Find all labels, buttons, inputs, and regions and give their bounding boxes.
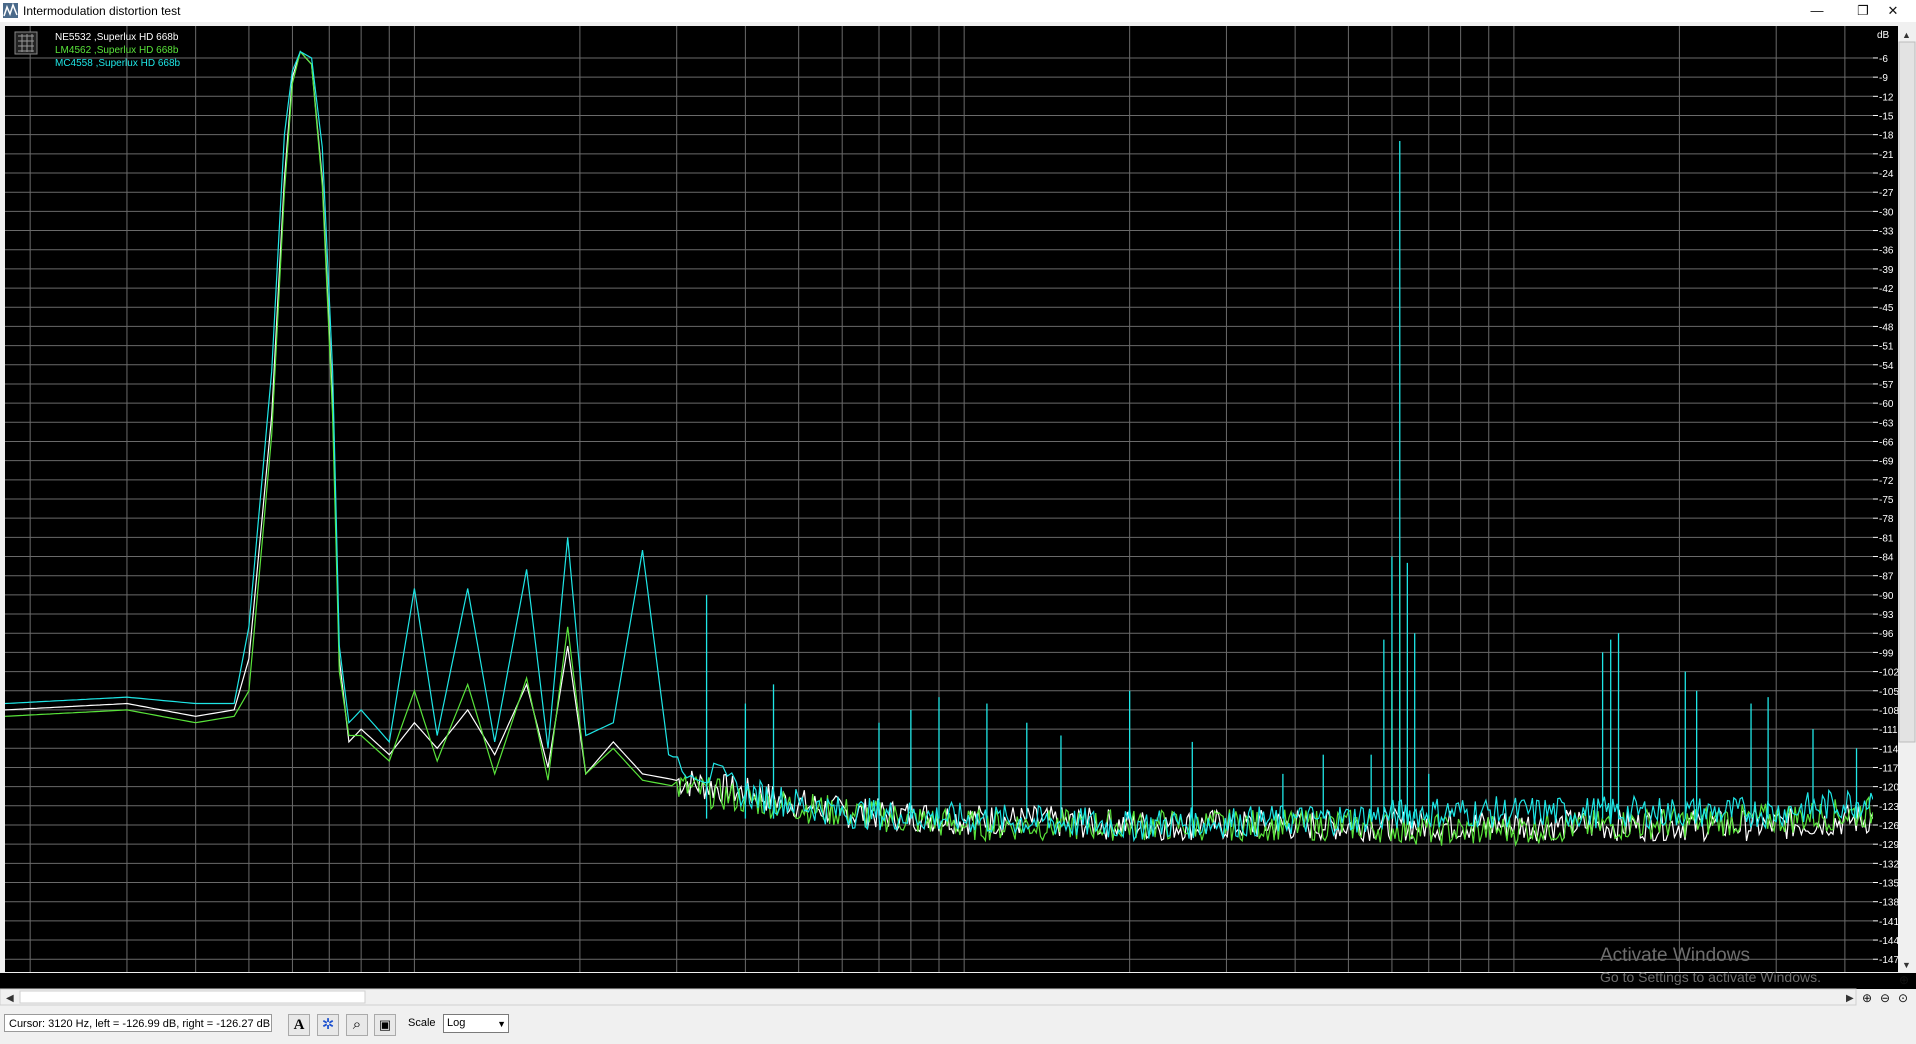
y-tick-label: -36 — [1879, 246, 1894, 257]
y-tick-label: -126 — [1879, 821, 1899, 832]
y-tick-label: -48 — [1879, 322, 1894, 333]
y-tick-label: -12 — [1879, 92, 1894, 103]
y-tick-label: -42 — [1879, 284, 1894, 295]
close-button[interactable]: ✕ — [1870, 0, 1916, 22]
scroll-right-arrow[interactable]: ▶ — [1846, 993, 1854, 1004]
y-tick-label: -90 — [1879, 591, 1894, 602]
y-tick-label: -138 — [1879, 898, 1899, 909]
y-tick-label: -33 — [1879, 227, 1894, 238]
scale-select-value: Log — [447, 1017, 466, 1029]
scale-select[interactable]: Log ▼ — [443, 1014, 509, 1033]
y-tick-label: -24 — [1879, 169, 1894, 180]
y-tick-label: -57 — [1879, 380, 1894, 391]
watermark-title: Activate Windows — [1600, 945, 1750, 966]
zoom-out-icon[interactable]: ⊖ — [1880, 991, 1890, 1005]
minimize-button[interactable]: — — [1794, 0, 1840, 22]
zoom-fit-icon[interactable]: ⊙ — [1898, 991, 1908, 1005]
status-bar: Cursor: 3120 Hz, left = -126.99 dB, righ… — [0, 1006, 1916, 1044]
magnifier-icon[interactable]: ⌕ — [346, 1014, 368, 1036]
y-tick-label: -27 — [1879, 188, 1894, 199]
zoom-in-icon[interactable]: ⊕ — [1862, 991, 1872, 1005]
zoom-in-y-icon[interactable]: ⊕ — [1899, 973, 1909, 987]
y-tick-label: -60 — [1879, 399, 1894, 410]
y-tick-label: -51 — [1879, 342, 1894, 353]
y-tick-label: -120 — [1879, 783, 1899, 794]
y-tick-label: -81 — [1879, 533, 1894, 544]
app-icon — [3, 3, 18, 18]
y-tick-label: -39 — [1879, 265, 1894, 276]
y-tick-label: -69 — [1879, 457, 1894, 468]
text-tool-button[interactable]: A — [288, 1014, 310, 1036]
scale-label: Scale — [408, 1017, 436, 1029]
legend-icon — [14, 31, 38, 55]
y-tick-label: -96 — [1879, 629, 1894, 640]
cursor-readout: Cursor: 3120 Hz, left = -126.99 dB, righ… — [4, 1014, 272, 1032]
y-tick-label: -75 — [1879, 495, 1894, 506]
y-tick-label: -84 — [1879, 553, 1894, 564]
y-tick-label: -6 — [1879, 54, 1888, 65]
spectrum-chart-area[interactable]: -6 -9 -12 -15 -18 -21 -24 -27 -30 -33 -36 -39 -42 -45… — [0, 22, 1916, 1022]
horizontal-scrollbar[interactable]: ◀ ▶ — [0, 988, 1857, 1006]
legend-entry: NE5532 ,Superlux HD 668b — [55, 32, 179, 43]
y-unit-label: dB — [1877, 30, 1890, 41]
save-disk-icon[interactable]: ▣ — [374, 1014, 396, 1036]
scroll-up-arrow[interactable]: ▲ — [1902, 30, 1911, 40]
y-tick-label: -105 — [1879, 687, 1899, 698]
y-tick-label: -102 — [1879, 668, 1899, 679]
legend-entry: LM4562 ,Superlux HD 668b — [55, 45, 179, 56]
y-tick-label: -54 — [1879, 361, 1894, 372]
y-tick-label: -123 — [1879, 802, 1899, 813]
legend-entry: MC4558 ,Superlux HD 668b — [55, 58, 181, 69]
watermark-subtitle: Go to Settings to activate Windows. — [1600, 969, 1821, 985]
settings-gear-icon[interactable]: ✲ — [317, 1014, 339, 1036]
y-tick-label: -45 — [1879, 303, 1894, 314]
y-tick-label: -21 — [1879, 150, 1894, 161]
y-tick-label: -63 — [1879, 418, 1894, 429]
y-tick-label: -135 — [1879, 879, 1899, 890]
vertical-scrollbar[interactable]: ▲ ▼ — [1898, 26, 1916, 972]
scroll-down-arrow[interactable]: ▼ — [1902, 960, 1911, 970]
y-tick-label: -87 — [1879, 572, 1894, 583]
spectrum-chart[interactable]: -6 -9 -12 -15 -18 -21 -24 -27 -30 -33 -36 -39 -42 -45… — [0, 22, 1916, 1022]
vertical-scroll-thumb[interactable] — [1898, 41, 1916, 743]
y-tick-label: -30 — [1879, 207, 1894, 218]
y-tick-label: -117 — [1879, 763, 1899, 774]
y-tick-label: -141 — [1879, 917, 1899, 928]
y-tick-label: -93 — [1879, 610, 1894, 621]
y-tick-label: -72 — [1879, 476, 1894, 487]
y-tick-label: -66 — [1879, 437, 1894, 448]
window-title: Intermodulation distortion test — [23, 4, 181, 18]
y-tick-label: -99 — [1879, 648, 1894, 659]
chevron-down-icon: ▼ — [497, 1019, 506, 1029]
y-tick-label: -114 — [1879, 744, 1899, 755]
y-tick-label: -15 — [1879, 111, 1894, 122]
y-tick-label: -78 — [1879, 514, 1894, 525]
scroll-left-arrow[interactable]: ◀ — [6, 993, 14, 1004]
horizontal-scroll-thumb[interactable] — [19, 990, 366, 1004]
y-tick-label: -108 — [1879, 706, 1899, 717]
y-tick-label: -9 — [1879, 73, 1888, 84]
activation-watermark: Activate Windows Go to Settings to activ… — [1600, 945, 1821, 985]
y-tick-label: -18 — [1879, 131, 1894, 142]
y-tick-label: -144 — [1879, 936, 1899, 947]
y-tick-label: -132 — [1879, 859, 1899, 870]
y-tick-label: -111 — [1879, 725, 1898, 736]
y-tick-label: -147 — [1879, 955, 1899, 966]
title-bar: Intermodulation distortion test — ❐ ✕ — [0, 0, 1916, 23]
y-tick-label: -129 — [1879, 840, 1899, 851]
